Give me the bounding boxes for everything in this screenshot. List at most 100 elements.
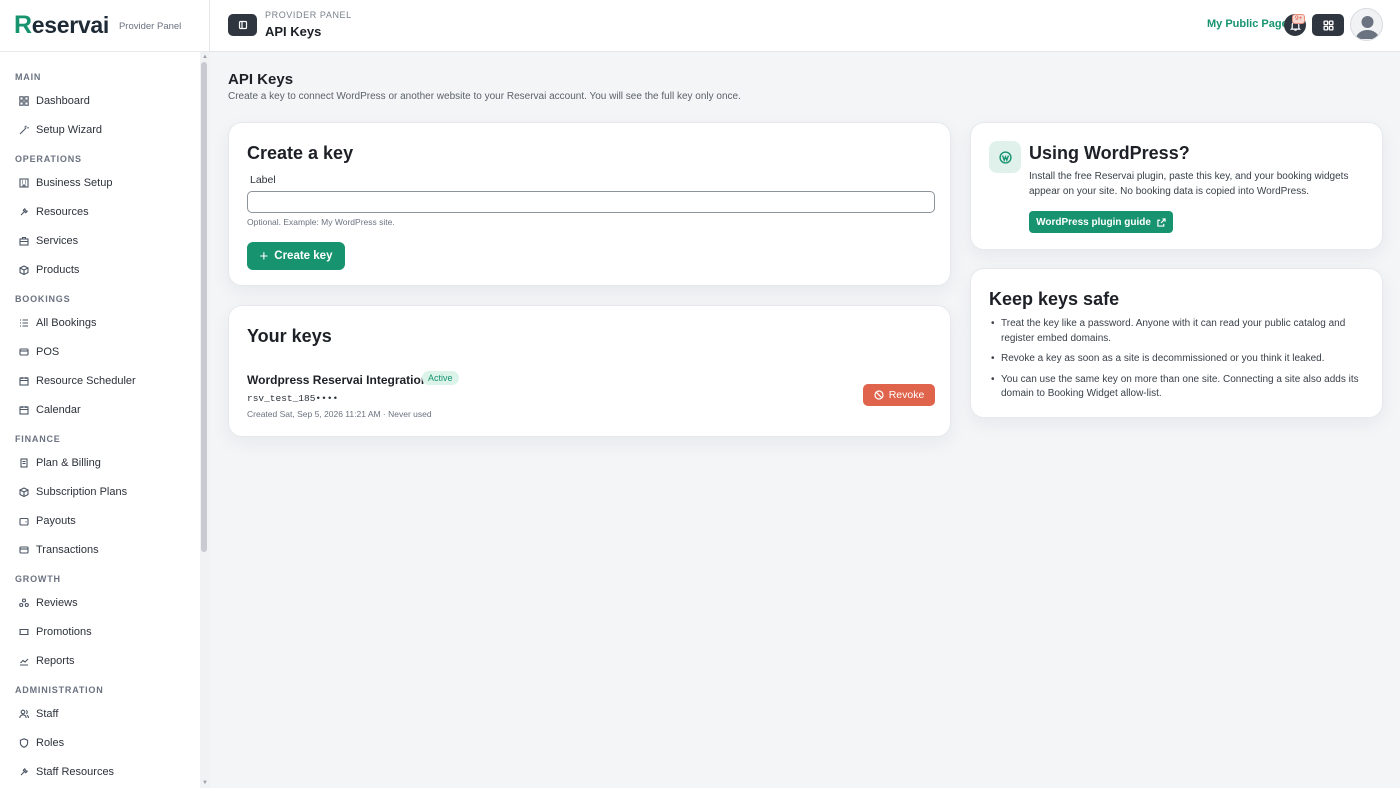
sidebar-item-label: Roles [36,736,65,749]
sidebar-item-staff[interactable]: Staff [0,699,200,728]
nav-group-finance: FINANCE [15,434,61,444]
sidebar-item-label: Dashboard [36,94,90,107]
sidebar-item-label: All Bookings [36,316,97,329]
tools-icon [18,766,30,778]
sidebar-item-all-bookings[interactable]: All Bookings [0,308,200,337]
people-icon [18,597,30,609]
key-label-input[interactable] [247,191,935,213]
revoke-key-button[interactable]: Revoke [863,384,935,406]
sidebar-toggle-button[interactable] [228,14,257,36]
chart-icon [18,655,30,667]
create-key-title: Create a key [247,143,354,163]
brand: Reservai Provider Panel [0,0,209,52]
sidebar-item-label: Calendar [36,403,81,416]
grid-icon [1322,19,1334,31]
label-field-label: Label [250,174,276,186]
my-public-page-link[interactable]: My Public Page [1207,18,1288,30]
external-link-icon [1157,217,1166,227]
sidebar-item-reviews[interactable]: Reviews [0,588,200,617]
scroll-down-icon[interactable]: ▼ [200,778,210,788]
sidebar-item-reports[interactable]: Reports [0,646,200,675]
sidebar-item-calendar[interactable]: Calendar [0,395,200,424]
sidebar-nav: MAIN Dashboard Setup Wizard OPERATIONS B… [0,52,200,788]
user-avatar[interactable] [1350,8,1383,41]
sidebar-item-label: Promotions [36,625,92,638]
key-name: Wordpress Reservai Integration [247,373,429,387]
receipt-icon [18,457,30,469]
sidebar-item-staff-resources[interactable]: Staff Resources [0,757,200,786]
logo-text: eservai [31,12,110,38]
list-item: Revoke a key as soon as a site is decomm… [989,352,1369,367]
your-keys-title: Your keys [247,326,332,346]
keep-keys-safe-card: Keep keys safe Treat the key like a pass… [970,268,1383,418]
scroll-up-icon[interactable]: ▲ [200,52,210,62]
sidebar-item-products[interactable]: Products [0,255,200,284]
nav-group-bookings: BOOKINGS [15,294,71,304]
notification-count-badge: 9+ [1292,14,1306,24]
list-icon [18,317,30,329]
sidebar-item-resource-scheduler[interactable]: Resource Scheduler [0,366,200,395]
logo[interactable]: Reservai [14,11,109,40]
sidebar-item-label: Staff [36,707,59,720]
sidebar-item-plan-billing[interactable]: Plan & Billing [0,448,200,477]
shield-icon [18,737,30,749]
label-hint: Optional. Example: My WordPress site. [247,217,395,227]
briefcase-icon [18,235,30,247]
calendar-icon [18,404,30,416]
create-key-button[interactable]: + Create key [247,242,345,270]
sidebar-toggle-icon [238,20,247,30]
sidebar-item-business-setup[interactable]: Business Setup [0,168,200,197]
page-title: API Keys [228,71,294,88]
apps-menu-button[interactable] [1312,14,1344,36]
your-keys-card: Your keys Wordpress Reservai Integration… [228,305,951,437]
sidebar-item-setup-wizard[interactable]: Setup Wizard [0,115,200,144]
sidebar-item-services[interactable]: Services [0,226,200,255]
sidebar-item-label: Resources [36,205,89,218]
wordpress-icon [989,141,1021,173]
sidebar-item-roles[interactable]: Roles [0,728,200,757]
wordpress-plugin-guide-button[interactable]: WordPress plugin guide [1029,211,1173,233]
card-icon [18,544,30,556]
calendar-icon [18,375,30,387]
keep-keys-safe-title: Keep keys safe [989,289,1120,309]
building-icon [18,177,30,189]
sidebar-item-promotions[interactable]: Promotions [0,617,200,646]
sidebar-scroll-thumb[interactable] [201,62,207,552]
guide-button-label: WordPress plugin guide [1036,216,1151,228]
wordpress-title: Using WordPress? [1029,143,1190,163]
user-icon [18,708,30,720]
sidebar-item-label: Setup Wizard [36,123,103,136]
sidebar-item-label: Transactions [36,543,99,556]
dashboard-icon [18,95,30,107]
sidebar-item-resources[interactable]: Resources [0,197,200,226]
sidebar-item-subscription-plans[interactable]: Subscription Plans [0,477,200,506]
sidebar-item-label: Payouts [36,514,76,527]
sidebar-item-label: Products [36,263,80,276]
sidebar-item-label: Reports [36,654,75,667]
sidebar-item-payouts[interactable]: Payouts [0,506,200,535]
wordpress-card: Using WordPress? Install the free Reserv… [970,122,1383,250]
key-status-badge: Active [422,371,459,385]
sidebar-item-label: Resource Scheduler [36,374,136,387]
page-subtitle: Create a key to connect WordPress or ano… [228,91,741,102]
sidebar: Reservai Provider Panel MAIN Dashboard S… [0,0,210,788]
wallet-icon [18,515,30,527]
sidebar-item-label: Services [36,234,79,247]
sidebar-item-transactions[interactable]: Transactions [0,535,200,564]
nav-group-growth: GROWTH [15,574,61,584]
list-item: You can use the same key on more than on… [989,373,1369,402]
sidebar-item-label: Reviews [36,596,78,609]
sidebar-item-pos[interactable]: POS [0,337,200,366]
register-icon [18,346,30,358]
nav-group-operations: OPERATIONS [15,154,82,164]
nav-group-main: MAIN [15,72,42,82]
box-icon [18,486,30,498]
ban-icon [874,390,884,400]
sidebar-item-label: POS [36,345,60,358]
sidebar-item-dashboard[interactable]: Dashboard [0,86,200,115]
page-title-header: API Keys [265,24,322,39]
key-preview: rsv_test_185•••• [247,393,339,404]
sidebar-item-label: Business Setup [36,176,113,189]
sidebar-item-label: Subscription Plans [36,485,128,498]
avatar-silhouette-icon [1356,16,1379,39]
